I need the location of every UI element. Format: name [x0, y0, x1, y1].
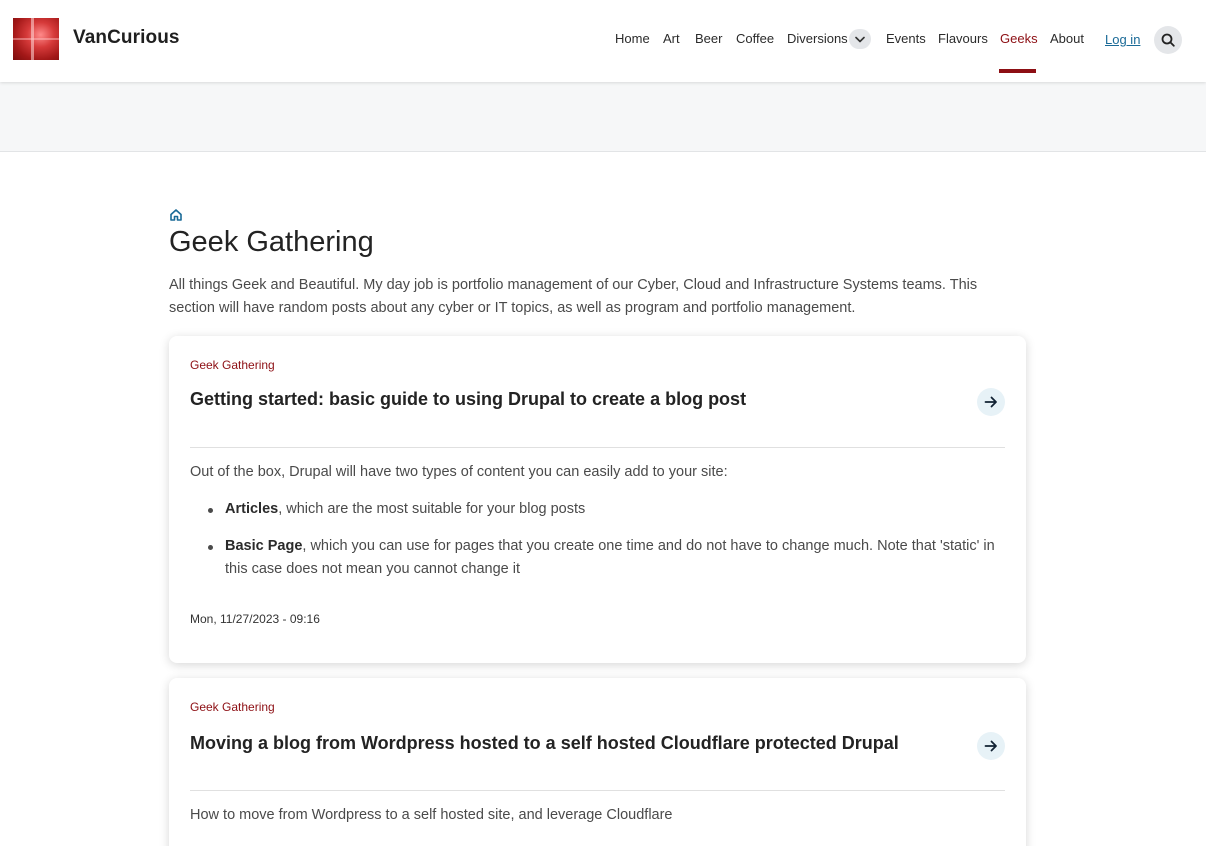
site-header: VanCurious Home Art Beer Coffee Diversio…: [0, 0, 1206, 82]
post-category[interactable]: Geek Gathering: [190, 700, 275, 714]
search-button[interactable]: [1154, 26, 1182, 54]
search-icon: [1161, 33, 1175, 47]
page-banner: [0, 82, 1206, 152]
nav-item-coffee[interactable]: Coffee: [736, 31, 774, 46]
list-item: Articles, which are the most suitable fo…: [190, 498, 1005, 521]
home-icon: [170, 209, 182, 221]
diversions-dropdown-button[interactable]: [849, 29, 871, 49]
nav-item-diversions[interactable]: Diversions: [787, 31, 848, 46]
post-summary-list: Articles, which are the most suitable fo…: [190, 498, 1005, 581]
post-summary-intro: Out of the box, Drupal will have two typ…: [190, 464, 728, 480]
post-summary: Out of the box, Drupal will have two typ…: [190, 461, 1005, 595]
site-logo[interactable]: [13, 18, 59, 60]
post-title[interactable]: Moving a blog from Wordpress hosted to a…: [190, 733, 899, 754]
card-divider: [190, 447, 1005, 448]
login-link[interactable]: Log in: [1105, 32, 1140, 47]
arrow-right-icon: [984, 740, 997, 752]
nav-item-about[interactable]: About: [1050, 31, 1084, 46]
nav-item-beer[interactable]: Beer: [695, 31, 722, 46]
list-item-term: Articles: [225, 501, 279, 517]
list-item: Basic Page, which you can use for pages …: [190, 535, 1005, 581]
post-card: Geek Gathering Moving a blog from Wordpr…: [169, 678, 1026, 846]
chevron-down-icon: [855, 36, 865, 42]
post-summary-intro: How to move from Wordpress to a self hos…: [190, 807, 673, 823]
nav-item-geeks[interactable]: Geeks: [1000, 31, 1038, 46]
site-name[interactable]: VanCurious: [73, 27, 180, 49]
post-card: Geek Gathering Getting started: basic gu…: [169, 336, 1026, 663]
list-item-text: , which you can use for pages that you c…: [225, 538, 995, 577]
read-more-button[interactable]: [977, 388, 1005, 416]
post-summary: How to move from Wordpress to a self hos…: [190, 804, 1005, 827]
list-item-text: , which are the most suitable for your b…: [278, 501, 586, 517]
nav-item-art[interactable]: Art: [663, 31, 680, 46]
post-title[interactable]: Getting started: basic guide to using Dr…: [190, 389, 746, 410]
page-title: Geek Gathering: [169, 226, 374, 258]
active-nav-indicator: [999, 69, 1036, 73]
arrow-right-icon: [984, 396, 997, 408]
breadcrumb-home[interactable]: [169, 208, 183, 222]
nav-item-flavours[interactable]: Flavours: [938, 31, 988, 46]
nav-item-home[interactable]: Home: [615, 31, 650, 46]
nav-item-events[interactable]: Events: [886, 31, 926, 46]
list-item-term: Basic Page: [225, 538, 303, 554]
read-more-button[interactable]: [977, 732, 1005, 760]
card-divider: [190, 790, 1005, 791]
post-category[interactable]: Geek Gathering: [190, 358, 275, 372]
page-intro: All things Geek and Beautiful. My day jo…: [169, 277, 978, 316]
post-date: Mon, 11/27/2023 - 09:16: [190, 612, 320, 626]
